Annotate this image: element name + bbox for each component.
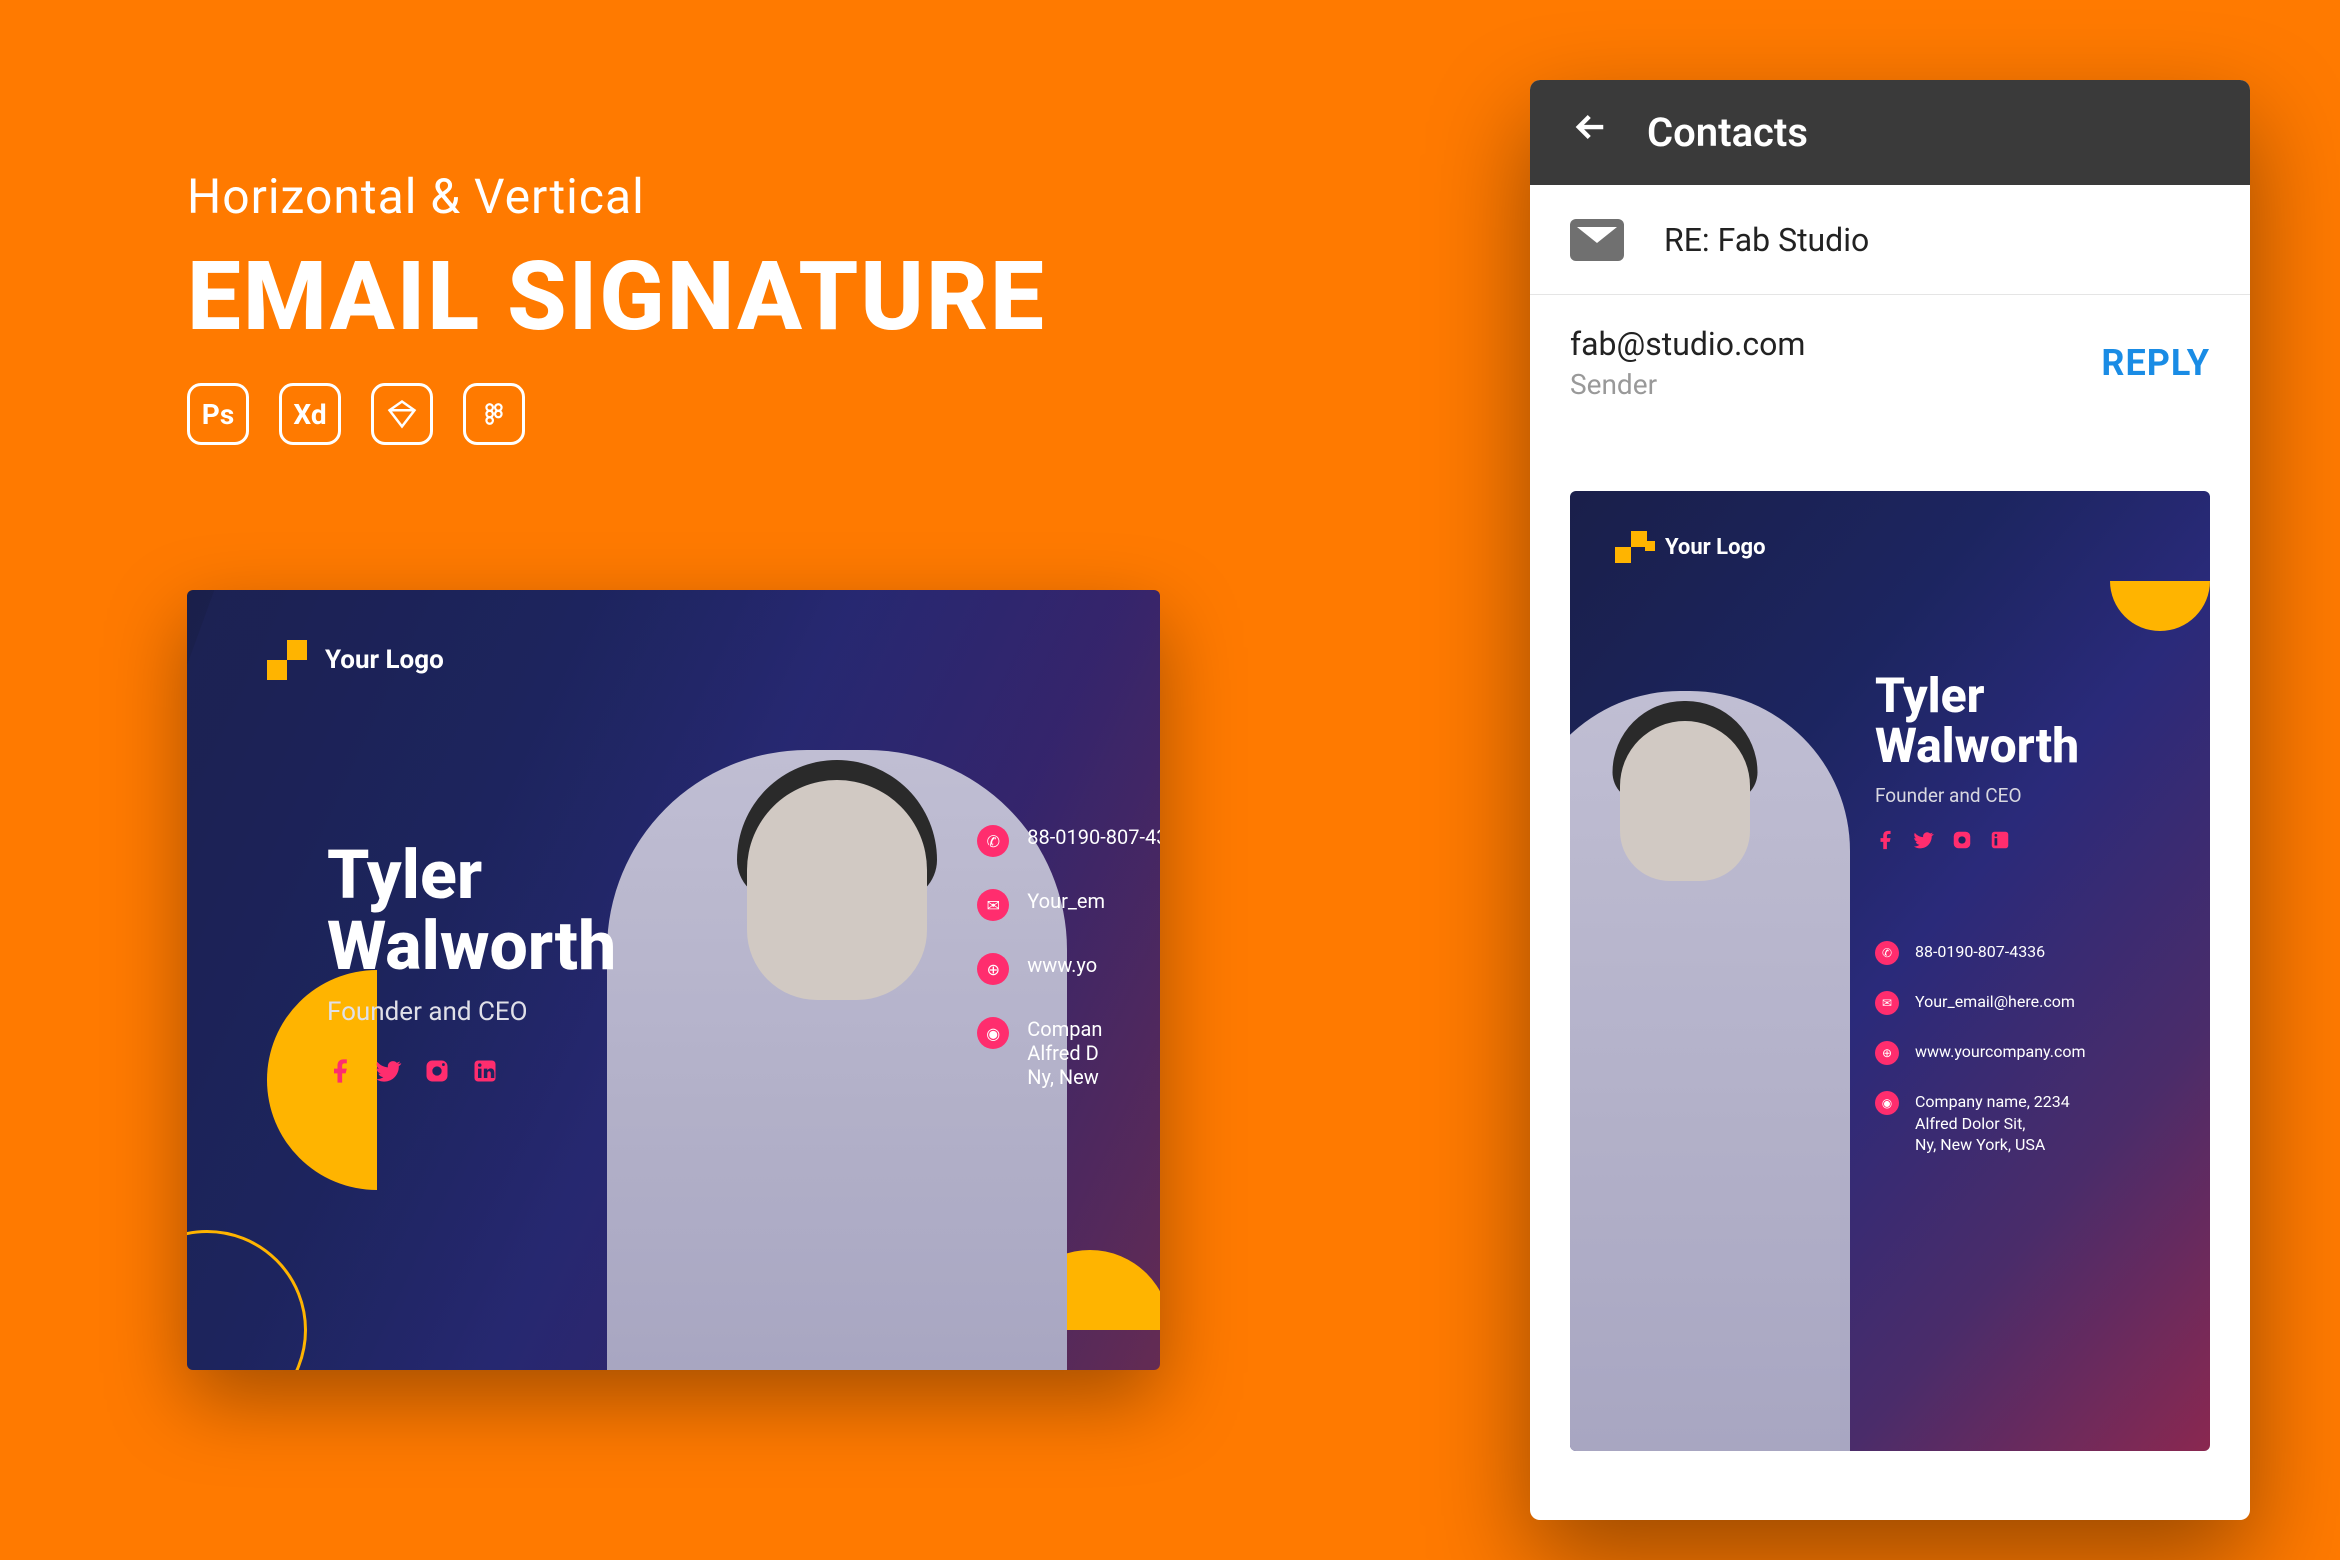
contact-web: ⊕ www.yo	[977, 953, 1160, 985]
envelope-icon	[1570, 219, 1624, 261]
logo-block: Your Logo	[267, 640, 444, 680]
photoshop-icon: Ps	[187, 383, 249, 445]
title-text: EMAIL SIGNATURE	[187, 241, 1046, 353]
social-icons-row	[327, 1057, 616, 1093]
globe-icon: ⊕	[977, 953, 1009, 985]
contact-email: ✉ Your_em	[977, 889, 1160, 921]
figma-icon	[463, 383, 525, 445]
facebook-icon[interactable]	[1875, 829, 1897, 857]
address-value: Compan Alfred D Ny, New	[1027, 1017, 1102, 1089]
name-title-block: Tyler Walworth Founder and CEO	[327, 840, 616, 1093]
decorative-half-circle-top	[2110, 581, 2210, 631]
logo-text: Your Logo	[1665, 535, 1766, 560]
subtitle-text: Horizontal & Vertical	[187, 168, 1046, 225]
app-bar-title: Contacts	[1647, 109, 1808, 156]
sender-email: fab@studio.com	[1570, 325, 1805, 363]
email-value: Your_email@here.com	[1915, 991, 2075, 1013]
phone-icon: ✆	[977, 825, 1009, 857]
location-icon: ◉	[1875, 1091, 1899, 1115]
linkedin-icon[interactable]	[471, 1057, 499, 1093]
instagram-icon[interactable]	[1951, 829, 1973, 857]
social-icons-row	[1875, 829, 2165, 857]
person-role: Founder and CEO	[327, 997, 616, 1027]
email-icon: ✉	[977, 889, 1009, 921]
linkedin-icon[interactable]	[1989, 829, 2011, 857]
tool-icon-row: Ps Xd	[187, 383, 1046, 445]
back-arrow-icon[interactable]	[1570, 106, 1612, 159]
marketing-headline-block: Horizontal & Vertical EMAIL SIGNATURE Ps…	[187, 168, 1046, 445]
reply-button[interactable]: REPLY	[2101, 342, 2210, 384]
instagram-icon[interactable]	[423, 1057, 451, 1093]
name-title-block: Tyler Walworth Founder and CEO	[1875, 671, 2165, 857]
contact-address: ◉ Company name, 2234 Alfred Dolor Sit, N…	[1875, 1091, 2165, 1156]
contact-address: ◉ Compan Alfred D Ny, New	[977, 1017, 1160, 1089]
location-icon: ◉	[977, 1017, 1009, 1049]
email-subject-text: RE: Fab Studio	[1664, 221, 1869, 259]
signature-card-horizontal: Your Logo Tyler Walworth Founder and CEO…	[187, 590, 1160, 1370]
contact-web: ⊕ www.yourcompany.com	[1875, 1041, 2165, 1065]
person-name-first: Tyler	[1875, 671, 2165, 721]
sender-label: Sender	[1570, 368, 1805, 401]
email-icon: ✉	[1875, 991, 1899, 1015]
facebook-icon[interactable]	[327, 1057, 355, 1093]
globe-icon: ⊕	[1875, 1041, 1899, 1065]
phone-app-bar: Contacts	[1530, 80, 2250, 185]
email-value: Your_em	[1027, 889, 1105, 913]
twitter-icon[interactable]	[375, 1057, 403, 1093]
phone-value: 88-0190-807-4336	[1027, 825, 1160, 849]
address-value: Company name, 2234 Alfred Dolor Sit, Ny,…	[1915, 1091, 2070, 1156]
contact-phone: ✆ 88-0190-807-4336	[1875, 941, 2165, 965]
logo-mark-icon	[267, 640, 307, 680]
sender-row: fab@studio.com Sender REPLY	[1530, 295, 2250, 431]
web-value: www.yourcompany.com	[1915, 1041, 2086, 1063]
logo-block: Your Logo	[1615, 531, 1766, 563]
logo-mark-icon	[1615, 531, 1647, 563]
person-name-first: Tyler	[327, 840, 616, 911]
contact-list: ✆ 88-0190-807-4336 ✉ Your_em ⊕ www.yo ◉ …	[977, 825, 1160, 1089]
twitter-icon[interactable]	[1913, 829, 1935, 857]
phone-icon: ✆	[1875, 941, 1899, 965]
person-photo	[1570, 691, 1850, 1451]
sender-info: fab@studio.com Sender	[1570, 325, 1805, 401]
web-value: www.yo	[1027, 953, 1097, 977]
signature-card-vertical: Your Logo Tyler Walworth Founder and CEO…	[1570, 491, 2210, 1451]
phone-mockup: Contacts RE: Fab Studio fab@studio.com S…	[1530, 80, 2250, 1520]
email-subject-row[interactable]: RE: Fab Studio	[1530, 185, 2250, 295]
phone-value: 88-0190-807-4336	[1915, 941, 2045, 963]
contact-list: ✆ 88-0190-807-4336 ✉ Your_email@here.com…	[1875, 941, 2165, 1156]
person-name-last: Walworth	[1875, 721, 2165, 771]
person-role: Founder and CEO	[1875, 784, 2165, 807]
xd-icon: Xd	[279, 383, 341, 445]
contact-phone: ✆ 88-0190-807-4336	[977, 825, 1160, 857]
contact-email: ✉ Your_email@here.com	[1875, 991, 2165, 1015]
sketch-icon	[371, 383, 433, 445]
logo-text: Your Logo	[325, 645, 444, 675]
person-name-last: Walworth	[327, 911, 616, 982]
